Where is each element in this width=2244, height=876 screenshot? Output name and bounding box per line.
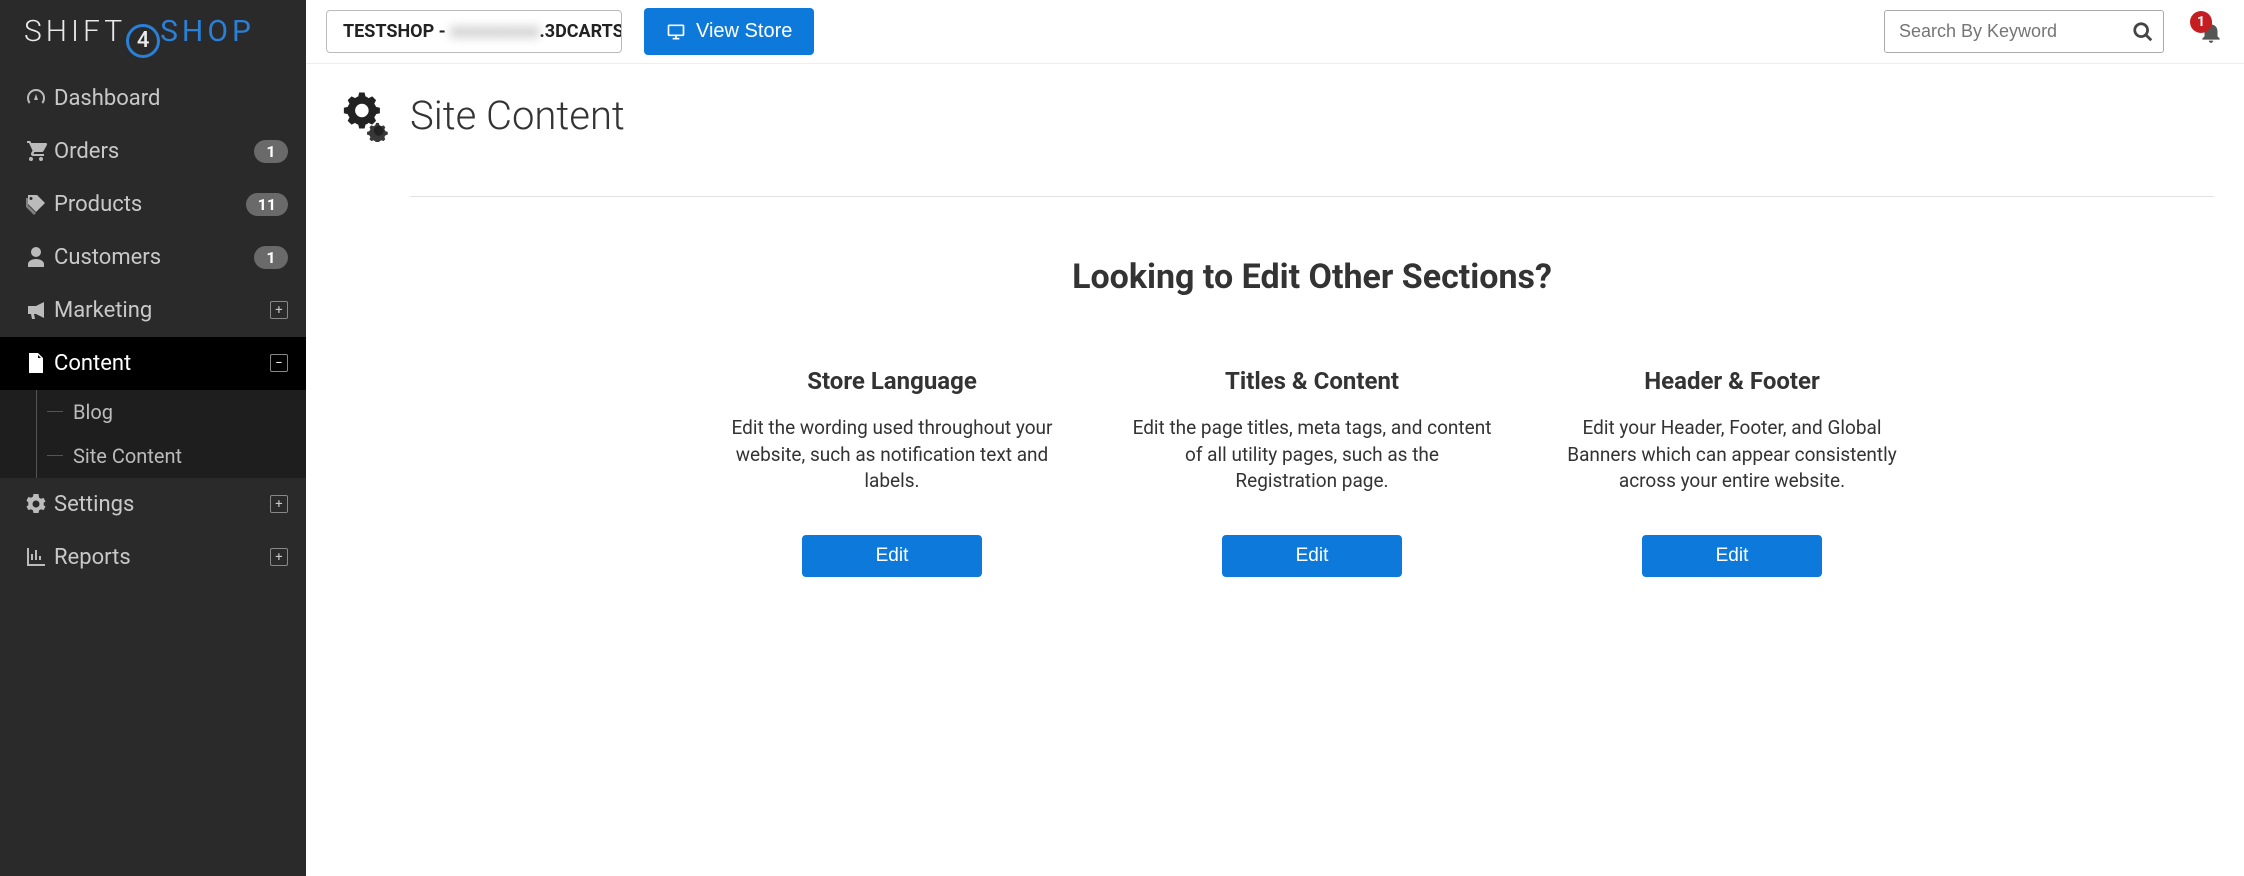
nav-label: Orders [54, 139, 254, 164]
card-title: Header & Footer [1552, 367, 1912, 395]
edit-titles-content-button[interactable]: Edit [1222, 535, 1402, 577]
view-store-label: View Store [696, 20, 792, 43]
nav-label: Settings [54, 492, 270, 517]
edit-store-language-button[interactable]: Edit [802, 535, 982, 577]
nav-label: Dashboard [54, 86, 288, 111]
file-icon [18, 351, 54, 375]
products-badge: 11 [246, 193, 288, 216]
page-title: Site Content [410, 92, 625, 139]
card-header-footer: Header & Footer Edit your Header, Footer… [1552, 367, 1912, 577]
gear-icon [18, 492, 54, 516]
cards-row: Store Language Edit the wording used thr… [410, 367, 2214, 577]
card-title: Store Language [712, 367, 1072, 395]
card-title: Titles & Content [1132, 367, 1492, 395]
topbar: TESTSHOP - xxxxxxxxxx.3DCARTST View Stor… [306, 0, 2244, 64]
nav-label: Reports [54, 545, 270, 570]
card-store-language: Store Language Edit the wording used thr… [712, 367, 1072, 577]
section-heading: Looking to Edit Other Sections? [410, 257, 2214, 297]
store-suffix: .3DCARTST [540, 21, 622, 42]
divider [410, 196, 2214, 197]
user-icon [18, 245, 54, 269]
content-panel: Looking to Edit Other Sections? Store La… [380, 156, 2244, 637]
nav-reports[interactable]: Reports + [0, 531, 306, 584]
expand-icon: + [270, 548, 288, 566]
chart-icon [18, 545, 54, 569]
brand-left: SHIFT [24, 14, 126, 49]
subnav-label: Site Content [73, 444, 182, 468]
cart-icon [18, 139, 54, 163]
subnav-site-content[interactable]: Site Content [36, 434, 306, 478]
main-nav: Dashboard Orders 1 Products 11 Customers… [0, 68, 306, 584]
card-desc: Edit the wording used throughout your we… [712, 415, 1072, 501]
gears-icon [336, 88, 390, 142]
orders-badge: 1 [254, 140, 288, 163]
nav-marketing[interactable]: Marketing + [0, 284, 306, 337]
sidebar: SHIFT4SHOP Dashboard Orders 1 Products 1… [0, 0, 306, 876]
collapse-icon: − [270, 354, 288, 372]
nav-label: Marketing [54, 298, 270, 323]
content-subnav: Blog Site Content [0, 390, 306, 478]
nav-dashboard[interactable]: Dashboard [0, 72, 306, 125]
store-prefix: TESTSHOP - [343, 21, 450, 42]
monitor-icon [666, 22, 686, 42]
brand-right: SHOP [160, 14, 255, 49]
main-area: TESTSHOP - xxxxxxxxxx.3DCARTST View Stor… [306, 0, 2244, 876]
bullhorn-icon [18, 298, 54, 322]
view-store-button[interactable]: View Store [644, 8, 814, 55]
customers-badge: 1 [254, 246, 288, 269]
nav-content[interactable]: Content − [0, 337, 306, 390]
nav-label: Products [54, 192, 246, 217]
card-desc: Edit the page titles, meta tags, and con… [1132, 415, 1492, 501]
nav-settings[interactable]: Settings + [0, 478, 306, 531]
store-name-box[interactable]: TESTSHOP - xxxxxxxxxx.3DCARTST [326, 10, 622, 53]
nav-products[interactable]: Products 11 [0, 178, 306, 231]
expand-icon: + [270, 495, 288, 513]
card-desc: Edit your Header, Footer, and Global Ban… [1552, 415, 1912, 501]
dashboard-icon [18, 86, 54, 110]
nav-orders[interactable]: Orders 1 [0, 125, 306, 178]
expand-icon: + [270, 301, 288, 319]
nav-label: Customers [54, 245, 254, 270]
search-input[interactable] [1884, 10, 2164, 53]
edit-header-footer-button[interactable]: Edit [1642, 535, 1822, 577]
search-wrap [1884, 10, 2164, 53]
tags-icon [18, 192, 54, 216]
brand-logo: SHIFT4SHOP [0, 0, 306, 68]
nav-label: Content [54, 351, 270, 376]
subnav-blog[interactable]: Blog [36, 390, 306, 434]
notification-badge: 1 [2190, 11, 2212, 33]
store-id-blurred: xxxxxxxxxx [450, 21, 539, 42]
nav-customers[interactable]: Customers 1 [0, 231, 306, 284]
search-icon[interactable] [2132, 21, 2154, 43]
brand-four-icon: 4 [126, 24, 160, 58]
page-header: Site Content [306, 64, 2244, 156]
notifications-button[interactable]: 1 [2198, 19, 2224, 45]
subnav-label: Blog [73, 400, 113, 424]
card-titles-content: Titles & Content Edit the page titles, m… [1132, 367, 1492, 577]
